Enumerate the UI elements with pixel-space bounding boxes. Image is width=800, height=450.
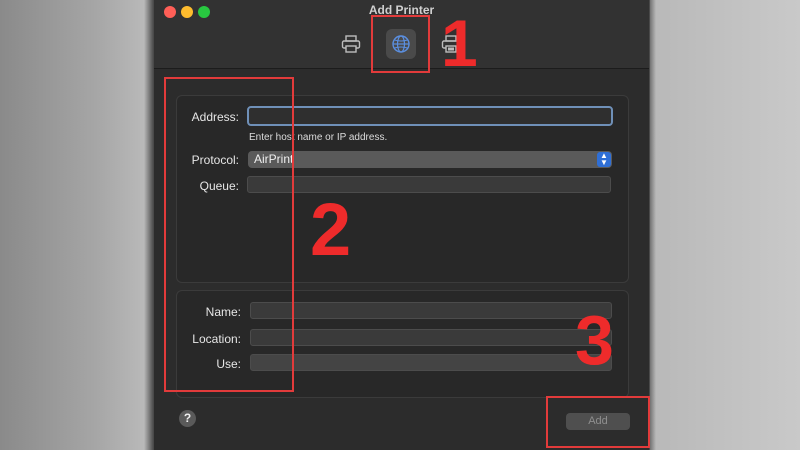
annotation-box-2 [164, 77, 294, 392]
chevron-updown-icon: ▲ ▼ [597, 152, 611, 167]
annotation-number-3: 3 [575, 301, 614, 379]
annotation-box-1 [371, 15, 430, 73]
name-field[interactable] [250, 302, 612, 319]
annotation-box-3 [546, 396, 650, 448]
tab-default-printer[interactable] [336, 29, 366, 59]
annotation-number-2: 2 [310, 188, 352, 271]
address-field[interactable] [247, 106, 613, 126]
printer-icon [341, 35, 361, 53]
annotation-number-1: 1 [441, 6, 478, 80]
help-button[interactable]: ? [179, 410, 196, 427]
use-select[interactable] [250, 354, 612, 371]
location-field[interactable] [250, 329, 612, 346]
protocol-select[interactable]: AirPrint ▲ ▼ [248, 151, 612, 168]
queue-field[interactable] [247, 176, 611, 193]
